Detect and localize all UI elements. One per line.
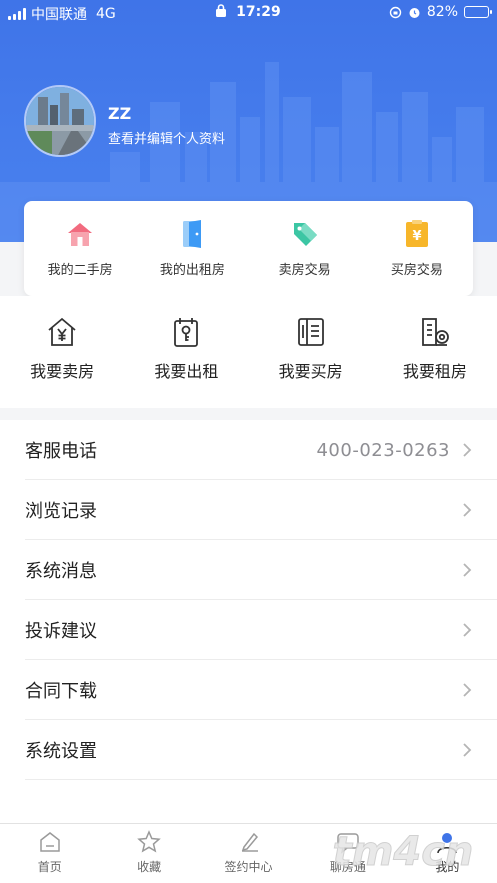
menu-item-label: 合同下载 (25, 681, 97, 702)
pen-icon (241, 832, 258, 852)
tab-chat[interactable]: 聊房通 (298, 824, 397, 883)
menu-item-settings[interactable]: 系统设置 (0, 720, 497, 780)
building-key-icon (421, 318, 449, 346)
action-label: 我要买房 (278, 362, 343, 381)
home-icon (39, 832, 60, 852)
action-label: 我要卖房 (30, 362, 95, 381)
tab-home[interactable]: 首页 (0, 824, 99, 883)
bottom-tab-bar: 首页 收藏 签约中心 聊房通 我的 (0, 823, 497, 883)
menu-item-service-phone[interactable]: 客服电话 400-023-0263 (0, 420, 497, 480)
svg-text:¥: ¥ (412, 229, 421, 244)
chevron-right-icon (463, 623, 472, 637)
chat-icon (337, 833, 359, 854)
alarm-icon (409, 7, 420, 18)
tab-label: 收藏 (137, 860, 162, 874)
action-rent-house[interactable]: 我要租房 (373, 296, 497, 408)
menu-item-label: 客服电话 (25, 441, 97, 462)
tab-profile[interactable]: 我的 (398, 824, 497, 883)
quick-item-rental[interactable]: 我的出租房 (136, 201, 248, 296)
service-phone-number: 400-023-0263 (316, 439, 450, 461)
avatar[interactable] (24, 85, 96, 157)
quick-item-buy-trade[interactable]: ¥ 买房交易 (361, 201, 473, 296)
menu-item-messages[interactable]: 系统消息 (0, 540, 497, 600)
door-icon (183, 220, 202, 248)
house-icon (68, 223, 93, 246)
tab-label: 首页 (37, 860, 62, 874)
rotation-lock-icon (389, 6, 402, 18)
chevron-right-icon (463, 503, 472, 517)
lock-icon (216, 4, 227, 17)
tag-icon (293, 223, 317, 246)
user-name[interactable]: ZZ (108, 104, 131, 123)
rent-key-icon (174, 318, 199, 347)
battery-percent: 82% (426, 4, 458, 20)
star-icon (137, 830, 161, 853)
chevron-right-icon (463, 683, 472, 697)
tab-favorites[interactable]: 收藏 (99, 824, 198, 883)
tab-label: 签约中心 (224, 860, 273, 874)
tab-label: 我的 (435, 860, 460, 874)
menu-item-history[interactable]: 浏览记录 (0, 480, 497, 540)
action-sell-house[interactable]: 我要卖房 (0, 296, 124, 408)
menu-item-contract-download[interactable]: 合同下载 (0, 660, 497, 720)
tab-signing-center[interactable]: 签约中心 (199, 824, 298, 883)
quick-item-label: 卖房交易 (278, 263, 331, 278)
action-label: 我要出租 (154, 362, 219, 381)
profile-icon (437, 833, 458, 854)
action-rent-out[interactable]: 我要出租 (124, 296, 248, 408)
house-yen-icon (48, 317, 76, 346)
action-buy-house[interactable]: 我要买房 (249, 296, 373, 408)
time-label: 17:29 (236, 4, 281, 20)
menu-item-label: 系统设置 (25, 741, 97, 762)
menu-item-feedback[interactable]: 投诉建议 (0, 600, 497, 660)
chevron-right-icon (463, 443, 472, 457)
status-bar: 中国联通 4G 17:29 82% (0, 0, 497, 26)
settings-menu: 客服电话 400-023-0263 浏览记录 系统消息 投诉建议 合同下载 系统… (0, 420, 497, 780)
action-label: 我要租房 (402, 362, 467, 381)
service-actions: 我要卖房 我要出租 我要买房 我要租房 (0, 296, 497, 408)
quick-item-label: 我的二手房 (47, 263, 113, 278)
quick-item-sell-trade[interactable]: 卖房交易 (249, 201, 361, 296)
tab-label: 聊房通 (329, 860, 366, 874)
chevron-right-icon (463, 563, 472, 577)
property-doc-icon (297, 318, 324, 346)
quick-item-label: 我的出租房 (159, 263, 225, 278)
clipboard-yen-icon: ¥ (405, 220, 428, 247)
quick-item-second-hand[interactable]: 我的二手房 (24, 201, 136, 296)
menu-item-label: 投诉建议 (25, 621, 97, 642)
my-properties-card: 我的二手房 我的出租房 卖房交易 ¥ 买房交易 (24, 201, 473, 296)
menu-item-label: 系统消息 (25, 561, 97, 582)
chevron-right-icon (463, 743, 472, 757)
menu-bottom-spacer (0, 780, 497, 823)
edit-profile-link[interactable]: 查看并编辑个人资料 (108, 128, 225, 147)
battery-icon (464, 6, 492, 18)
menu-item-label: 浏览记录 (25, 501, 97, 522)
quick-item-label: 买房交易 (390, 263, 443, 278)
